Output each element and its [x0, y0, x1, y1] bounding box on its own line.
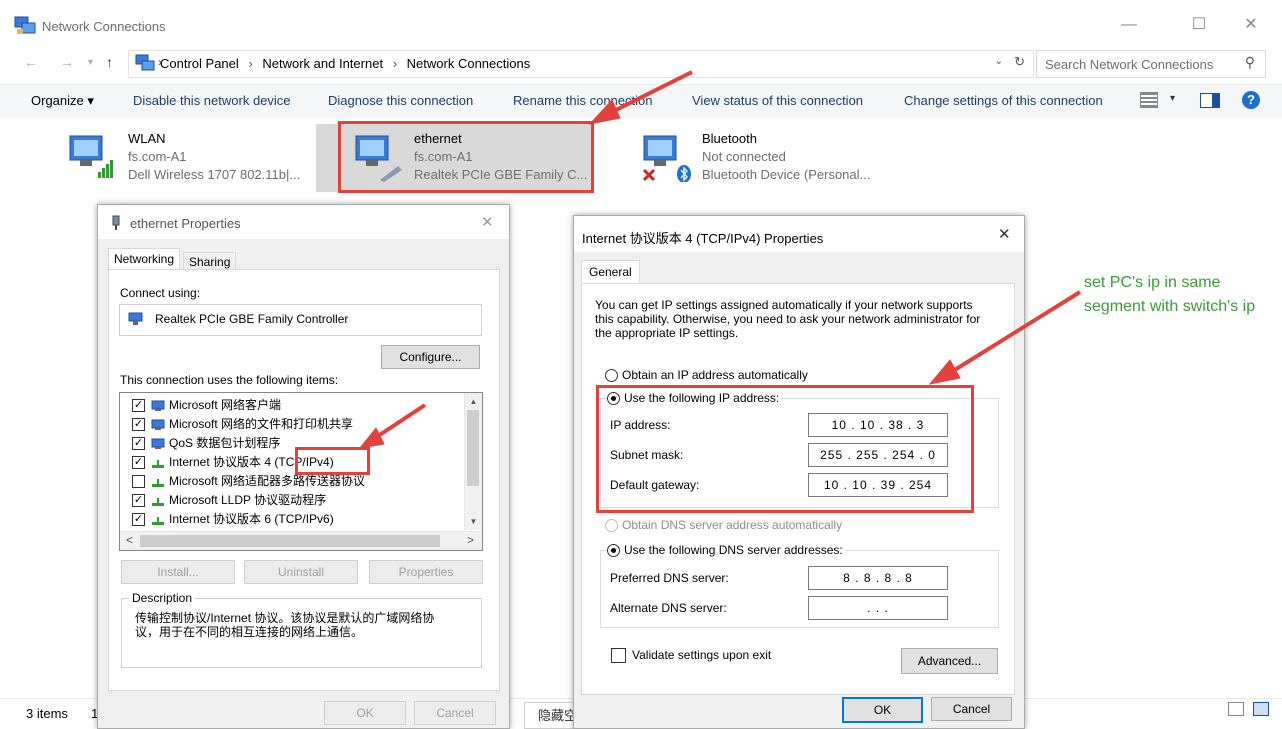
annotation-arrows [358, 70, 1082, 449]
arrow-to-ip-settings [943, 290, 1082, 378]
arrow-head-ethernet [588, 99, 621, 125]
arrow-head-ipv4-item [358, 427, 385, 449]
arrow-to-ipv4-item [370, 403, 427, 442]
arrow-to-ethernet [603, 70, 693, 118]
annotation-text: set PC's ip in same segment with switch'… [1084, 274, 1256, 315]
tab-networking[interactable]: Networking [108, 248, 181, 269]
tab-general[interactable]: General [581, 260, 640, 283]
arrow-head-ip-settings [928, 359, 961, 385]
